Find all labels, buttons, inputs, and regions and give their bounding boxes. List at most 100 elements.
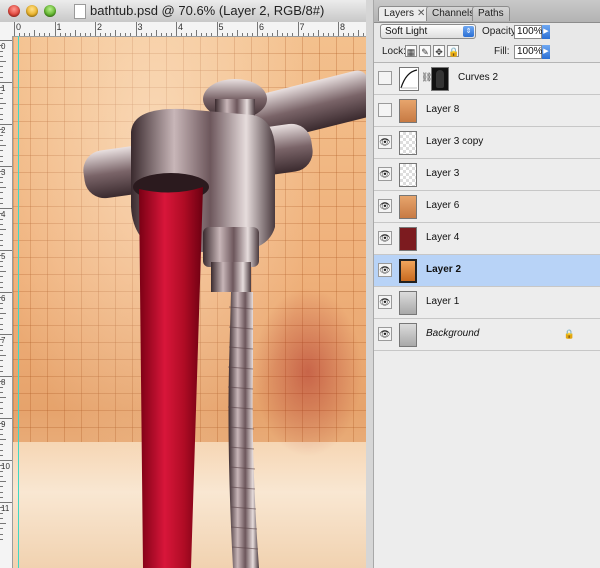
ruler-minor-tick (0, 187, 6, 188)
vertical-ruler[interactable]: 0 1 2 3 4 5 6 7 8 9 10 11 (0, 36, 13, 568)
ruler-minor-tick (0, 113, 3, 115)
image-canvas[interactable] (13, 37, 366, 568)
ruler-minor-tick (0, 223, 3, 225)
ruler-minor-tick (79, 33, 81, 36)
blend-mode-select[interactable]: Soft Light ⇕ (380, 24, 476, 39)
ruler-minor-tick (272, 33, 274, 36)
layer-thumbnail (399, 131, 417, 155)
ruler-minor-tick (267, 33, 269, 36)
minimize-window-button[interactable] (26, 5, 38, 17)
ruler-minor-tick (196, 30, 198, 36)
document-title-bar[interactable]: bathtub.psd @ 70.6% (Layer 2, RGB/8#) (0, 0, 366, 23)
eye-icon[interactable]: 👁 (378, 167, 392, 181)
layer-row-layer-2[interactable]: 👁 Layer 2 (374, 255, 600, 287)
guide-line[interactable] (18, 36, 19, 568)
ruler-minor-tick (64, 33, 66, 36)
layer-row-layer-8[interactable]: Layer 8 (374, 95, 600, 127)
ruler-minor-tick (0, 197, 3, 199)
layer-row-background[interactable]: 👁 Background 🔒 (374, 319, 600, 351)
ruler-minor-tick (0, 281, 3, 283)
ruler-minor-tick (0, 344, 3, 346)
ruler-minor-tick (140, 33, 142, 36)
layer-row-curves-2[interactable]: ⛓ Curves 2 (374, 63, 600, 95)
layer-row-layer-3-copy[interactable]: 👁 Layer 3 copy (374, 127, 600, 159)
layer-name: Layer 2 (426, 264, 462, 275)
layer-row-layer-6[interactable]: 👁 Layer 6 (374, 191, 600, 223)
close-icon[interactable]: ✕ (417, 8, 425, 19)
ruler-minor-tick (0, 171, 3, 173)
lock-transparency-icon[interactable]: ▦ (405, 45, 417, 57)
ruler-minor-tick (84, 33, 86, 36)
zoom-window-button[interactable] (44, 5, 56, 17)
ruler-number: 5 (218, 22, 224, 32)
ruler-minor-tick (0, 360, 3, 362)
chevron-updown-icon: ⇕ (463, 26, 474, 37)
ruler-minor-tick (0, 512, 3, 514)
visibility-toggle[interactable] (378, 103, 392, 117)
layer-row-layer-1[interactable]: 👁 Layer 1 (374, 287, 600, 319)
layer-name: Layer 4 (426, 232, 460, 243)
ruler-minor-tick (0, 386, 3, 388)
hose-connector (203, 227, 259, 267)
ruler-minor-tick (0, 481, 6, 482)
ruler-minor-tick (0, 370, 3, 372)
lock-label: Lock: (382, 46, 406, 57)
ruler-minor-tick (0, 355, 6, 356)
ruler-minor-tick (0, 528, 3, 530)
tab-label: Layers (384, 8, 415, 19)
horizontal-ruler[interactable]: 0 1 2 3 4 5 6 7 8 (0, 22, 366, 37)
ruler-minor-tick (0, 229, 6, 230)
ruler-tick (176, 22, 177, 36)
opacity-slider-arrow-icon[interactable]: ▶ (542, 25, 550, 39)
eye-icon[interactable]: 👁 (378, 135, 392, 149)
visibility-toggle[interactable] (378, 71, 392, 85)
ruler-minor-tick (0, 76, 3, 78)
ruler-tick (216, 22, 218, 36)
ruler-minor-tick (100, 33, 102, 36)
ruler-minor-tick (0, 202, 3, 204)
opacity-field[interactable]: 100% (514, 25, 543, 39)
layer-thumbnail (399, 195, 417, 219)
tab-paths[interactable]: Paths (472, 6, 510, 21)
ruler-minor-tick (39, 33, 41, 36)
eye-icon[interactable]: 👁 (378, 231, 392, 245)
ruler-minor-tick (34, 30, 36, 36)
blend-mode-value: Soft Light (385, 26, 428, 37)
curves-adjustment-icon (399, 67, 419, 91)
ruler-minor-tick (59, 33, 61, 36)
eye-icon[interactable]: 👁 (378, 327, 392, 341)
layer-row-layer-4[interactable]: 👁 Layer 4 (374, 223, 600, 255)
ruler-minor-tick (343, 33, 345, 36)
layer-mask-thumbnail[interactable] (431, 67, 449, 91)
close-window-button[interactable] (8, 5, 20, 17)
layer-name: Background (426, 328, 480, 339)
ruler-minor-tick (0, 276, 3, 278)
ruler-minor-tick (0, 160, 3, 162)
eye-icon[interactable]: 👁 (378, 199, 392, 213)
ruler-minor-tick (0, 129, 3, 131)
fill-slider-arrow-icon[interactable]: ▶ (542, 45, 550, 59)
ruler-minor-tick (44, 33, 46, 36)
layer-name: Curves 2 (458, 72, 499, 83)
ruler-tick (0, 460, 12, 461)
ruler-minor-tick (0, 391, 3, 393)
ruler-minor-tick (130, 33, 132, 36)
ruler-minor-tick (282, 33, 284, 36)
ruler-minor-tick (358, 30, 360, 36)
lock-position-move-icon[interactable]: ✥ (433, 45, 445, 57)
eye-icon[interactable]: 👁 (378, 263, 392, 277)
ruler-minor-tick (0, 496, 3, 498)
fill-field[interactable]: 100% (514, 45, 543, 59)
layer-list: ⛓ Curves 2 Layer 8 👁 Layer 3 copy 👁 Laye… (374, 63, 600, 568)
tab-layers[interactable]: Layers ✕ (378, 6, 432, 21)
ruler-minor-tick (0, 265, 3, 267)
eye-icon[interactable]: 👁 (378, 295, 392, 309)
lock-pixels-brush-icon[interactable]: ✎ (419, 45, 431, 57)
ruler-minor-tick (0, 192, 3, 194)
ruler-minor-tick (226, 33, 228, 36)
ruler-minor-tick (241, 33, 243, 36)
ruler-minor-tick (211, 33, 213, 36)
ruler-minor-tick (0, 523, 6, 524)
layer-row-layer-3[interactable]: 👁 Layer 3 (374, 159, 600, 191)
lock-all-icon[interactable]: 🔒 (447, 45, 459, 57)
